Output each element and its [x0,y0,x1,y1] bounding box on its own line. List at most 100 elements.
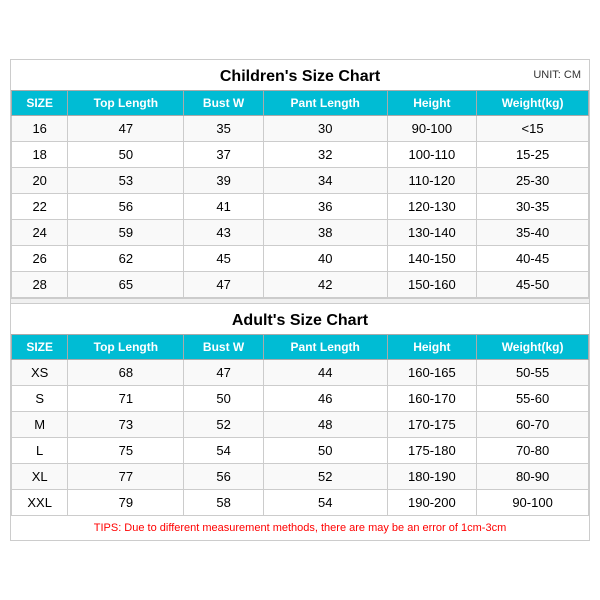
table-row: 18503732100-11015-25 [12,142,589,168]
table-cell: 120-130 [387,194,477,220]
table-cell: 18 [12,142,68,168]
table-cell: 70-80 [477,438,589,464]
table-cell: 42 [263,272,387,298]
table-row: 22564136120-13030-35 [12,194,589,220]
table-row: XXL795854190-20090-100 [12,490,589,516]
table-cell: M [12,412,68,438]
table-cell: 16 [12,116,68,142]
table-cell: 15-25 [477,142,589,168]
table-cell: 20 [12,168,68,194]
children-header-row: SIZE Top Length Bust W Pant Length Heigh… [12,91,589,116]
table-cell: 40-45 [477,246,589,272]
table-cell: 47 [68,116,184,142]
table-cell: 55-60 [477,386,589,412]
unit-label: UNIT: CM [533,69,581,81]
children-col-size: SIZE [12,91,68,116]
children-col-top-length: Top Length [68,91,184,116]
table-cell: 77 [68,464,184,490]
table-cell: 58 [184,490,264,516]
children-col-height: Height [387,91,477,116]
table-cell: 43 [184,220,264,246]
table-cell: 24 [12,220,68,246]
table-cell: 48 [263,412,387,438]
table-cell: 53 [68,168,184,194]
table-cell: 130-140 [387,220,477,246]
adult-header-row: SIZE Top Length Bust W Pant Length Heigh… [12,335,589,360]
table-cell: 50 [68,142,184,168]
adult-col-bust-w: Bust W [184,335,264,360]
table-cell: 52 [184,412,264,438]
table-cell: 54 [263,490,387,516]
adult-col-height: Height [387,335,477,360]
table-cell: 32 [263,142,387,168]
adult-col-top-length: Top Length [68,335,184,360]
table-cell: 22 [12,194,68,220]
table-row: 1647353090-100<15 [12,116,589,142]
table-row: S715046160-17055-60 [12,386,589,412]
children-col-bust-w: Bust W [184,91,264,116]
adult-title-text: Adult's Size Chart [232,312,368,329]
table-cell: 68 [68,360,184,386]
table-cell: 80-90 [477,464,589,490]
table-cell: 25-30 [477,168,589,194]
adult-col-weight: Weight(kg) [477,335,589,360]
table-cell: 35 [184,116,264,142]
table-cell: 30-35 [477,194,589,220]
table-cell: S [12,386,68,412]
table-cell: 62 [68,246,184,272]
children-col-weight: Weight(kg) [477,91,589,116]
table-cell: 28 [12,272,68,298]
table-cell: 90-100 [387,116,477,142]
table-cell: XL [12,464,68,490]
table-row: L755450175-18070-80 [12,438,589,464]
table-cell: 170-175 [387,412,477,438]
table-cell: L [12,438,68,464]
table-cell: XS [12,360,68,386]
table-cell: 30 [263,116,387,142]
table-cell: <15 [477,116,589,142]
table-cell: 190-200 [387,490,477,516]
table-cell: 26 [12,246,68,272]
table-cell: 110-120 [387,168,477,194]
tips-text: TIPS: Due to different measurement metho… [11,516,589,540]
table-cell: 40 [263,246,387,272]
table-cell: 50-55 [477,360,589,386]
table-cell: 90-100 [477,490,589,516]
adult-col-size: SIZE [12,335,68,360]
table-row: 28654742150-16045-50 [12,272,589,298]
table-cell: 52 [263,464,387,490]
table-cell: 79 [68,490,184,516]
table-cell: 56 [68,194,184,220]
table-cell: 45-50 [477,272,589,298]
table-cell: 46 [263,386,387,412]
table-cell: 35-40 [477,220,589,246]
table-cell: 37 [184,142,264,168]
table-cell: 160-170 [387,386,477,412]
table-row: 24594338130-14035-40 [12,220,589,246]
table-cell: 50 [184,386,264,412]
table-cell: 34 [263,168,387,194]
table-cell: XXL [12,490,68,516]
table-row: XS684744160-16550-55 [12,360,589,386]
table-row: 20533934110-12025-30 [12,168,589,194]
table-cell: 100-110 [387,142,477,168]
children-col-pant-length: Pant Length [263,91,387,116]
table-cell: 140-150 [387,246,477,272]
table-cell: 60-70 [477,412,589,438]
table-cell: 150-160 [387,272,477,298]
adult-section-title: Adult's Size Chart [11,304,589,334]
table-cell: 50 [263,438,387,464]
children-title-text: Children's Size Chart [220,68,380,85]
table-row: XL775652180-19080-90 [12,464,589,490]
size-chart-container: Children's Size Chart UNIT: CM SIZE Top … [10,59,590,541]
table-cell: 59 [68,220,184,246]
children-size-table: SIZE Top Length Bust W Pant Length Heigh… [11,90,589,298]
table-cell: 45 [184,246,264,272]
table-cell: 47 [184,360,264,386]
table-cell: 180-190 [387,464,477,490]
table-cell: 175-180 [387,438,477,464]
table-cell: 73 [68,412,184,438]
table-cell: 56 [184,464,264,490]
table-cell: 44 [263,360,387,386]
table-cell: 47 [184,272,264,298]
